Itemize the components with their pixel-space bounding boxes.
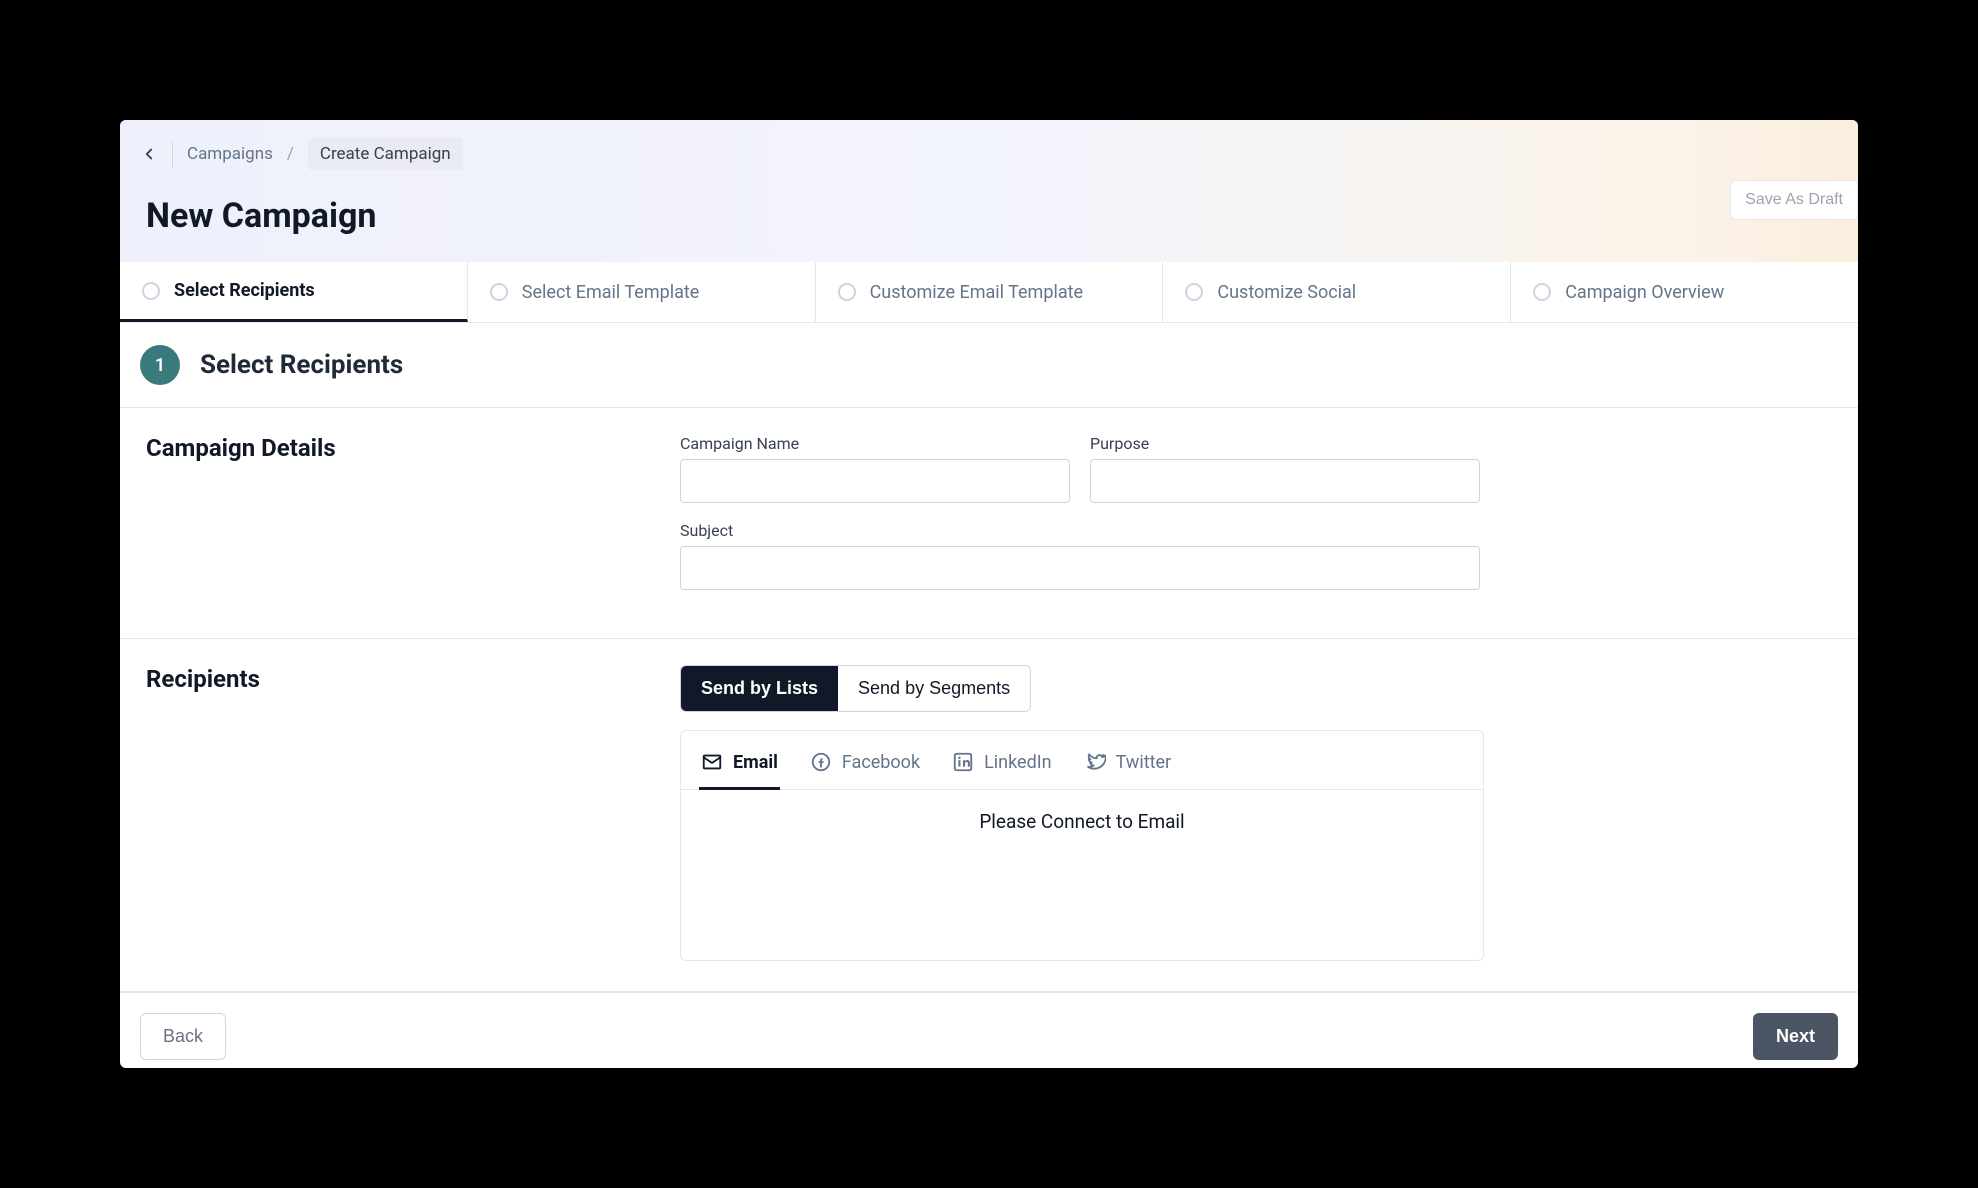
section-body: Send by Lists Send by Segments Email Fac… xyxy=(680,665,1838,961)
channel-empty-message: Please Connect to Email xyxy=(681,790,1483,960)
channel-label: Email xyxy=(733,752,778,773)
radio-icon xyxy=(838,283,856,301)
step-number-badge: 1 xyxy=(140,345,180,385)
send-by-toggle: Send by Lists Send by Segments xyxy=(680,665,1031,712)
breadcrumb-current[interactable]: Create Campaign xyxy=(308,138,463,170)
next-button[interactable]: Next xyxy=(1753,1013,1838,1060)
back-button[interactable]: Back xyxy=(140,1013,226,1060)
channel-tab-twitter[interactable]: Twitter xyxy=(1082,743,1174,790)
step-tab-campaign-overview[interactable]: Campaign Overview xyxy=(1511,262,1858,322)
field-label: Purpose xyxy=(1090,434,1480,453)
facebook-icon xyxy=(810,751,832,773)
breadcrumb-parent[interactable]: Campaigns xyxy=(187,144,273,164)
divider xyxy=(172,141,173,167)
channel-label: Twitter xyxy=(1116,752,1172,773)
channel-tabs: Email Facebook LinkedIn Twitter xyxy=(681,731,1483,790)
mail-icon xyxy=(701,751,723,773)
channel-box: Email Facebook LinkedIn Twitter xyxy=(680,730,1484,961)
section-campaign-details: Campaign Details Campaign Name Purpose S… xyxy=(120,408,1858,639)
footer: Back Next xyxy=(120,992,1858,1068)
save-as-draft-button[interactable]: Save As Draft xyxy=(1730,180,1858,220)
radio-icon xyxy=(490,283,508,301)
purpose-input[interactable] xyxy=(1090,459,1480,503)
radio-icon xyxy=(1533,283,1551,301)
subject-input[interactable] xyxy=(680,546,1480,590)
step-label: Select Recipients xyxy=(174,280,315,301)
campaign-name-input[interactable] xyxy=(680,459,1070,503)
channel-tab-linkedin[interactable]: LinkedIn xyxy=(950,743,1054,790)
field-purpose: Purpose xyxy=(1090,434,1480,503)
step-title: Select Recipients xyxy=(200,350,403,380)
send-by-lists-button[interactable]: Send by Lists xyxy=(681,666,838,711)
step-label: Campaign Overview xyxy=(1565,282,1724,303)
breadcrumb: Campaigns / Create Campaign xyxy=(140,138,1838,170)
app-frame: Campaigns / Create Campaign New Campaign… xyxy=(120,120,1858,1068)
step-tab-customize-email-template[interactable]: Customize Email Template xyxy=(816,262,1164,322)
radio-icon xyxy=(1185,283,1203,301)
channel-label: Facebook xyxy=(842,752,920,773)
back-icon[interactable] xyxy=(140,145,158,163)
step-label: Customize Social xyxy=(1217,282,1356,303)
step-tab-select-recipients[interactable]: Select Recipients xyxy=(120,262,468,322)
step-tab-customize-social[interactable]: Customize Social xyxy=(1163,262,1511,322)
page-title: New Campaign xyxy=(140,196,1838,236)
send-by-segments-button[interactable]: Send by Segments xyxy=(838,666,1030,711)
channel-label: LinkedIn xyxy=(984,752,1052,773)
radio-icon xyxy=(142,282,160,300)
channel-tab-facebook[interactable]: Facebook xyxy=(808,743,922,790)
breadcrumb-separator: / xyxy=(287,144,294,164)
step-label: Customize Email Template xyxy=(870,282,1083,303)
page-header: Campaigns / Create Campaign New Campaign… xyxy=(120,120,1858,262)
step-label: Select Email Template xyxy=(522,282,700,303)
stepper: Select Recipients Select Email Template … xyxy=(120,262,1858,323)
field-label: Subject xyxy=(680,521,1480,540)
section-title: Recipients xyxy=(140,665,680,961)
step-heading: 1 Select Recipients xyxy=(120,323,1858,408)
section-body: Campaign Name Purpose Subject xyxy=(680,434,1838,608)
section-recipients: Recipients Send by Lists Send by Segment… xyxy=(120,639,1858,992)
section-title: Campaign Details xyxy=(140,434,680,608)
field-label: Campaign Name xyxy=(680,434,1070,453)
channel-tab-email[interactable]: Email xyxy=(699,743,780,790)
field-subject: Subject xyxy=(680,521,1480,590)
field-campaign-name: Campaign Name xyxy=(680,434,1070,503)
twitter-icon xyxy=(1084,751,1106,773)
step-tab-select-email-template[interactable]: Select Email Template xyxy=(468,262,816,322)
linkedin-icon xyxy=(952,751,974,773)
